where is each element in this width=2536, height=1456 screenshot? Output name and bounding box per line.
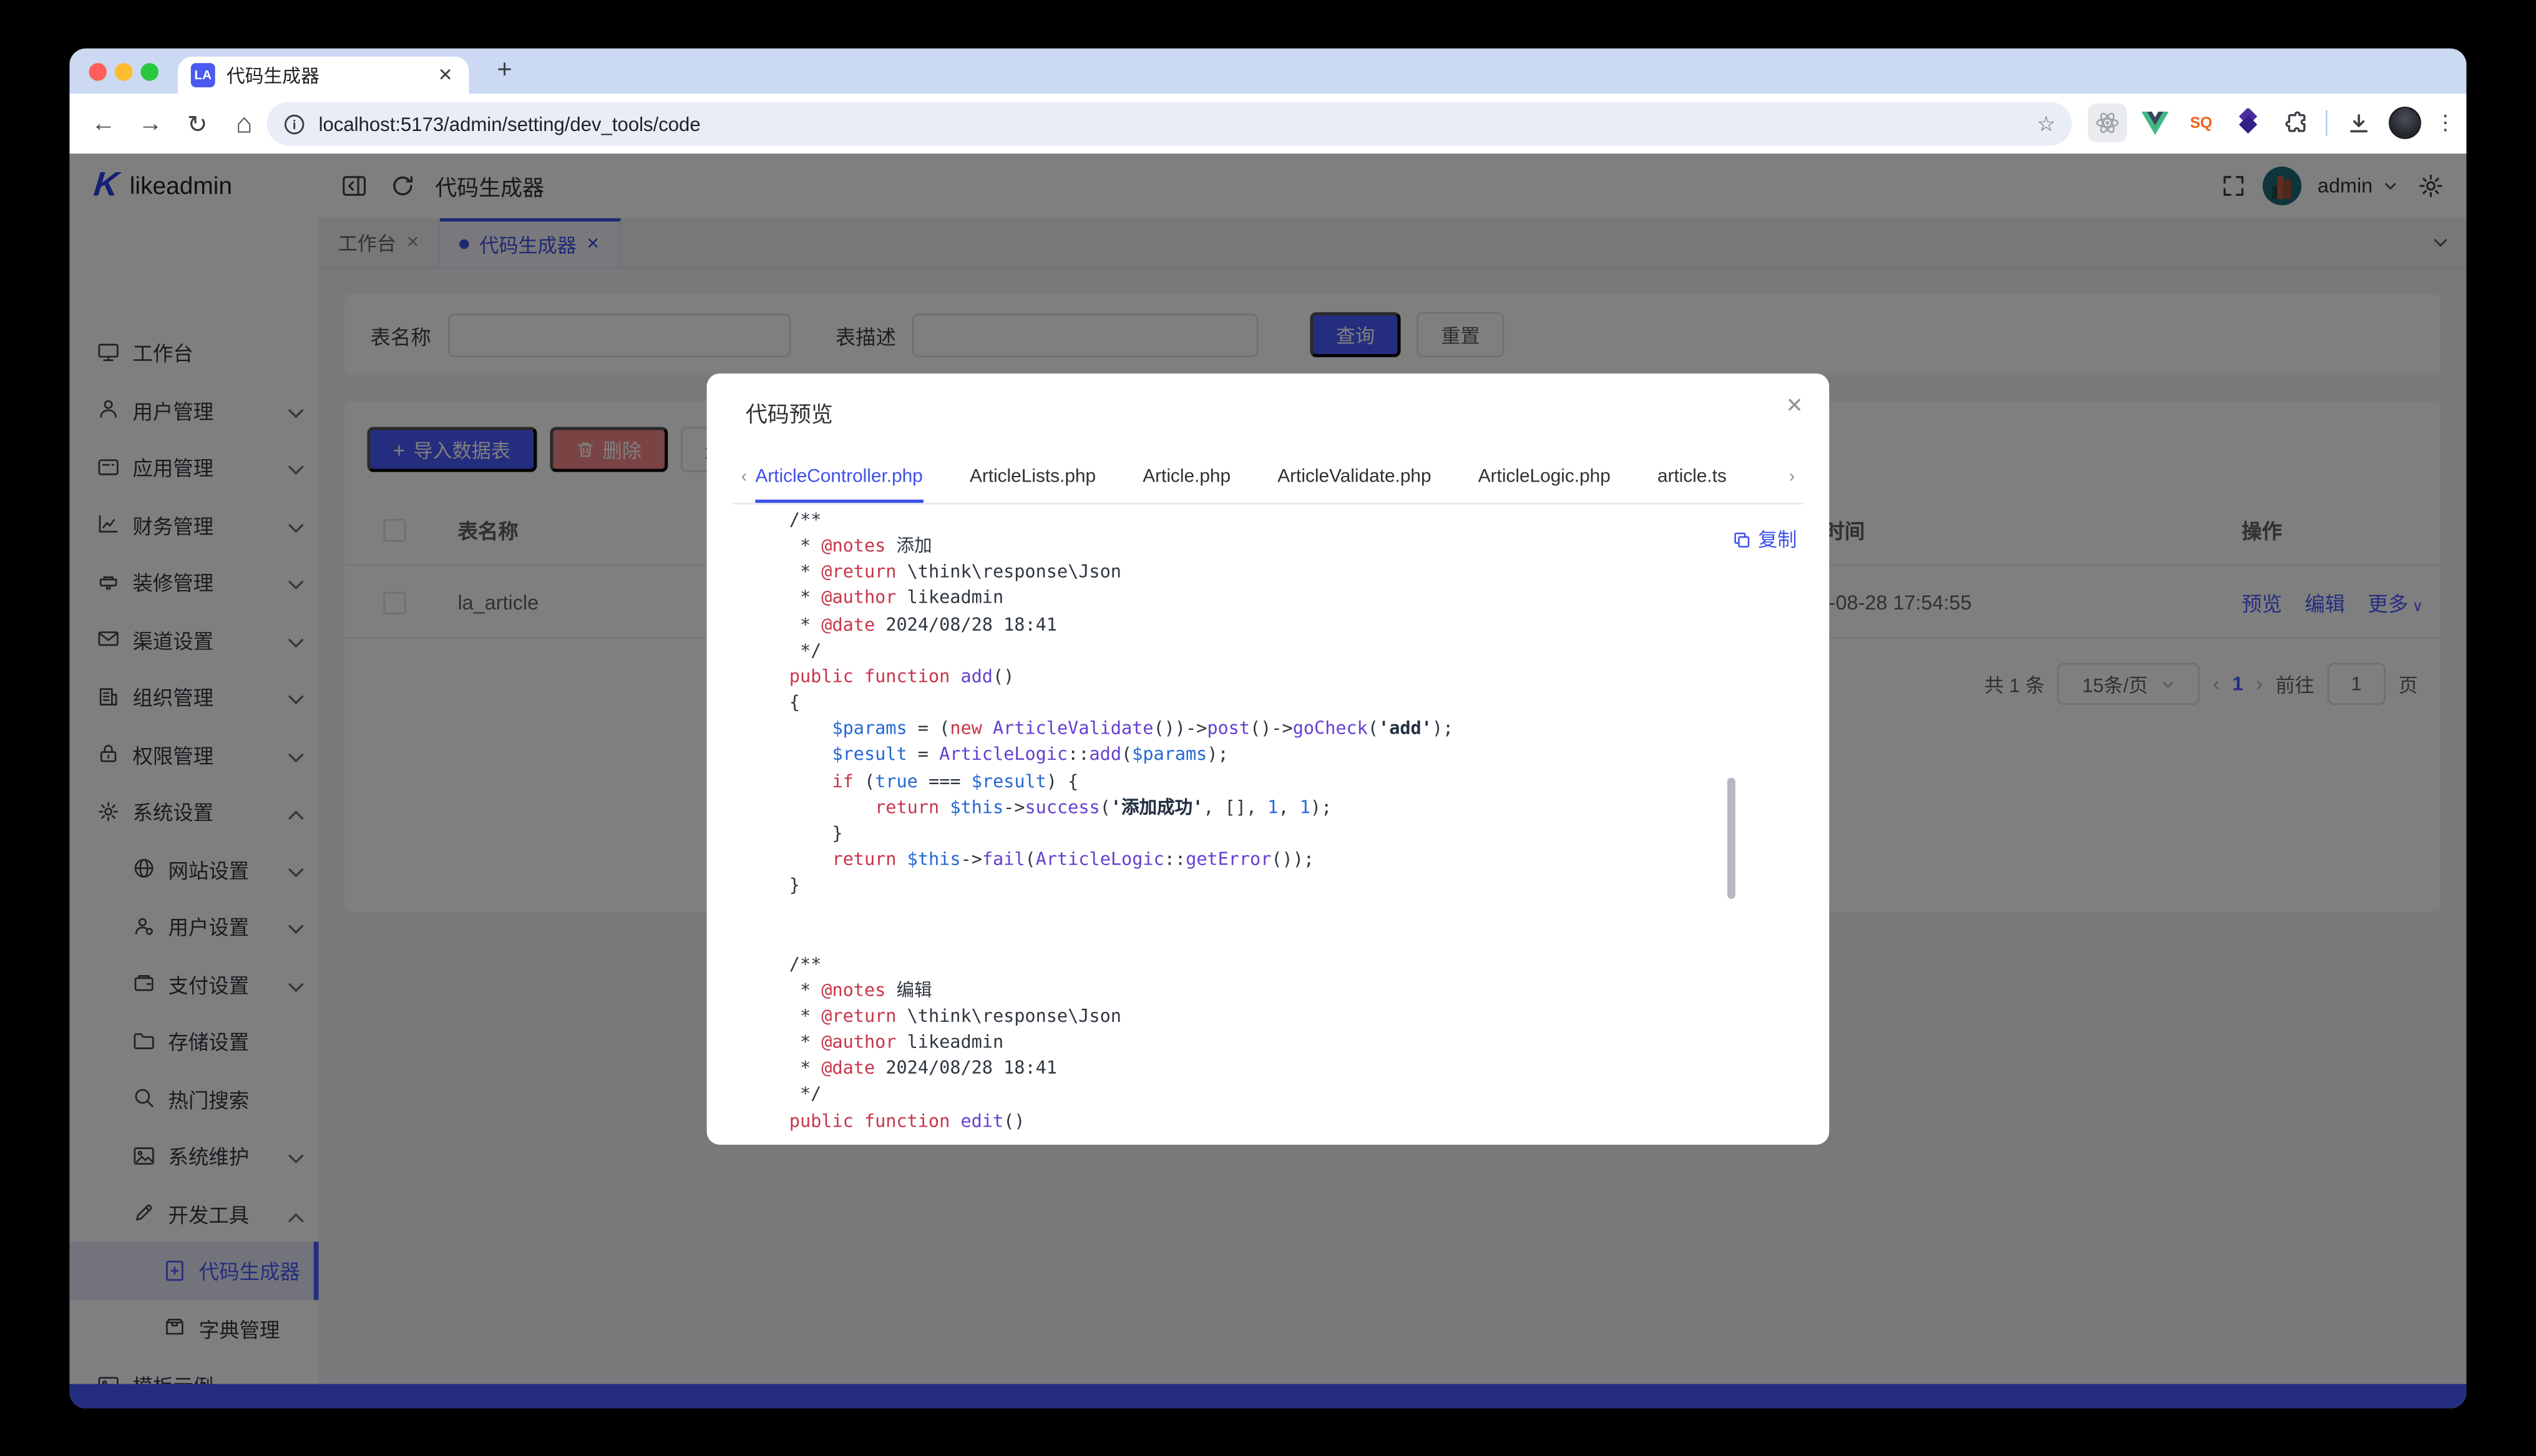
browser-tabstrip: LA 代码生成器 ✕ + <box>69 49 2466 94</box>
browser-toolbar: ← → ↻ ⌂ localhost:5173/admin/setting/dev… <box>69 94 2466 153</box>
modal-close-icon[interactable]: ✕ <box>1786 393 1803 419</box>
zoom-window-button[interactable] <box>140 63 158 81</box>
file-tabs: ArticleController.phpArticleLists.phpArt… <box>755 459 1780 495</box>
bookmark-star-icon[interactable]: ☆ <box>2037 111 2056 137</box>
toolbar-separator <box>2326 110 2328 135</box>
copy-label: 复制 <box>1758 525 1797 553</box>
sq-extension-icon[interactable]: SQ <box>2182 104 2220 142</box>
code-viewer[interactable]: /** * @notes 添加 * @return \think\respons… <box>707 505 1830 1145</box>
react-devtools-icon[interactable] <box>2088 104 2127 142</box>
browser-profile-avatar[interactable] <box>2386 104 2424 142</box>
vue-devtools-icon[interactable] <box>2135 104 2173 142</box>
site-info-icon[interactable] <box>283 112 306 135</box>
extensions-puzzle-icon[interactable] <box>2276 104 2314 142</box>
download-icon[interactable] <box>2339 104 2378 142</box>
tab-close-icon[interactable]: ✕ <box>435 65 456 86</box>
browser-tab-title: 代码生成器 <box>227 62 435 88</box>
file-tab-ArticleController.php[interactable]: ArticleController.php <box>755 467 922 503</box>
favicon: LA <box>191 63 215 87</box>
diamond-extension-icon[interactable] <box>2229 104 2268 142</box>
new-tab-button[interactable]: + <box>487 54 522 89</box>
code-scrollbar[interactable] <box>1727 778 1735 899</box>
minimize-window-button[interactable] <box>115 63 133 81</box>
extension-icons: SQ ⋮ <box>2088 100 2459 146</box>
back-icon[interactable]: ← <box>82 103 124 145</box>
file-tab-Article.php[interactable]: Article.php <box>1143 467 1231 503</box>
file-tab-ArticleLogic.php[interactable]: ArticleLogic.php <box>1478 467 1611 503</box>
reload-icon[interactable]: ↻ <box>177 103 218 145</box>
file-tab-ArticleLists.php[interactable]: ArticleLists.php <box>970 467 1096 503</box>
address-bar[interactable]: localhost:5173/admin/setting/dev_tools/c… <box>267 102 2072 145</box>
home-icon[interactable]: ⌂ <box>223 103 265 145</box>
tabs-scroll-left-icon[interactable]: ‹ <box>733 467 755 487</box>
url-text: localhost:5173/admin/setting/dev_tools/c… <box>319 112 2037 135</box>
modal-tabbar: ‹ ArticleController.phpArticleLists.phpA… <box>733 451 1803 505</box>
copy-button[interactable]: 复制 <box>1732 525 1797 553</box>
admin-page: K likeadmin 工作台用户管理应用管理财务管理装修管理渠道设置组织管理权… <box>69 153 2466 1408</box>
close-window-button[interactable] <box>89 63 107 81</box>
file-tab-ArticleValidate.php[interactable]: ArticleValidate.php <box>1277 467 1431 503</box>
code-preview-modal: 代码预览 ✕ ‹ ArticleController.phpArticleLis… <box>707 374 1830 1145</box>
code-block: /** * @notes 添加 * @return \think\respons… <box>789 508 1453 1135</box>
tabs-scroll-right-icon[interactable]: › <box>1781 467 1803 487</box>
forward-icon[interactable]: → <box>129 103 171 145</box>
file-tab-article.ts[interactable]: article.ts <box>1657 467 1727 503</box>
browser-window: LA 代码生成器 ✕ + ← → ↻ ⌂ localhost:5173/admi… <box>69 49 2466 1409</box>
menu-kebab-icon[interactable]: ⋮ <box>2432 104 2458 142</box>
modal-title: 代码预览 <box>746 396 833 429</box>
browser-tab[interactable]: LA 代码生成器 ✕ <box>178 57 469 94</box>
screen: LA 代码生成器 ✕ + ← → ↻ ⌂ localhost:5173/admi… <box>0 0 2536 1456</box>
